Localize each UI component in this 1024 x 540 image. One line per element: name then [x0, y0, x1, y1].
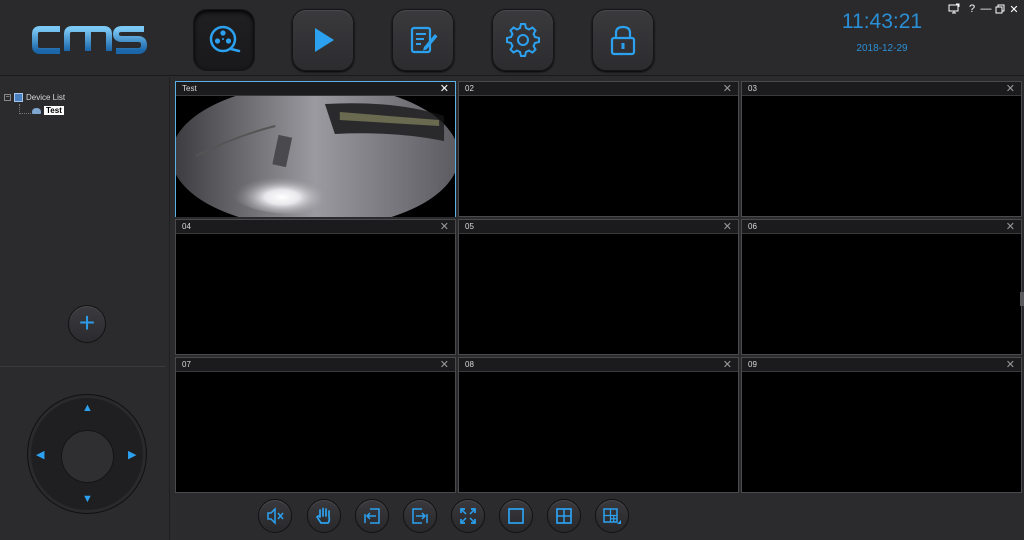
- help-button[interactable]: ?: [966, 3, 978, 15]
- tree-collapse-toggle[interactable]: −: [4, 94, 11, 101]
- gear-icon: [506, 23, 540, 57]
- channel-header: 08 ✕: [459, 358, 738, 372]
- film-reel-icon: [209, 25, 241, 53]
- fullscreen-icon: [460, 508, 476, 524]
- channel-cell-7[interactable]: 07 ✕: [175, 357, 456, 493]
- device-group-icon: [14, 93, 23, 102]
- camera-icon: [32, 107, 41, 114]
- next-group-button[interactable]: [403, 499, 437, 533]
- ptz-up-arrow-icon[interactable]: ▲: [82, 402, 93, 414]
- close-icon: ✕: [1009, 3, 1019, 16]
- ptz-hand-button[interactable]: [307, 499, 341, 533]
- side-scroll-handle[interactable]: [1020, 292, 1024, 306]
- close-channel-icon[interactable]: ✕: [723, 82, 732, 95]
- current-date: 2018-12-29: [856, 43, 908, 54]
- channel-title: 03: [748, 84, 757, 93]
- channel-cell-5[interactable]: 05 ✕: [458, 219, 739, 355]
- edit-document-icon: [410, 26, 438, 54]
- channel-cell-8[interactable]: 08 ✕: [458, 357, 739, 493]
- device-item-test[interactable]: Test: [32, 106, 64, 115]
- channel-title: 04: [182, 222, 191, 231]
- quad-layout-icon: [556, 508, 572, 524]
- current-time: 11:43:21: [841, 10, 923, 33]
- live-video-feed: [176, 96, 455, 217]
- restore-button[interactable]: [994, 3, 1006, 15]
- ptz-right-arrow-icon[interactable]: ▶: [128, 448, 136, 461]
- channel-cell-6[interactable]: 06 ✕: [741, 219, 1022, 355]
- channel-cell-3[interactable]: 03 ✕: [741, 81, 1022, 217]
- minimize-button[interactable]: —: [980, 3, 992, 15]
- minimize-icon: —: [980, 3, 992, 15]
- help-icon: ?: [968, 3, 976, 15]
- bottom-toolbar: [174, 495, 1024, 540]
- add-device-button[interactable]: +: [68, 305, 106, 343]
- channel-header: 05 ✕: [459, 220, 738, 234]
- channel-title: 07: [182, 360, 191, 369]
- single-layout-button[interactable]: [499, 499, 533, 533]
- nav-settings-button[interactable]: [492, 9, 554, 71]
- nav-live-view-button[interactable]: [193, 9, 255, 71]
- hand-icon: [316, 507, 331, 524]
- multi-layout-icon: [603, 508, 621, 524]
- channel-header: 04 ✕: [176, 220, 455, 234]
- channel-cell-1[interactable]: Test ✕: [175, 81, 456, 217]
- cms-logo: [32, 26, 147, 54]
- lock-icon: [610, 25, 636, 56]
- channel-header: 03 ✕: [742, 82, 1021, 96]
- close-channel-icon[interactable]: ✕: [440, 220, 449, 233]
- previous-group-icon: [364, 508, 380, 524]
- channel-cell-2[interactable]: 02 ✕: [458, 81, 739, 217]
- channel-title: 05: [465, 222, 474, 231]
- close-channel-icon[interactable]: ✕: [1006, 82, 1015, 95]
- nav-log-button[interactable]: [392, 9, 454, 71]
- channel-header: 02 ✕: [459, 82, 738, 96]
- device-list-label: Device List: [26, 93, 66, 102]
- close-channel-icon[interactable]: ✕: [723, 358, 732, 371]
- single-layout-icon: [508, 508, 524, 524]
- channel-title: Test: [182, 84, 197, 93]
- left-panel: − Device List Test + ▲ ▼ ◀ ▶: [0, 77, 170, 540]
- cms-app-window: 11:43:21 2018-12-29 ? — ✕ − Device List: [0, 0, 1024, 540]
- channel-cell-9[interactable]: 09 ✕: [741, 357, 1022, 493]
- channel-title: 08: [465, 360, 474, 369]
- device-item-label: Test: [44, 106, 64, 115]
- restore-icon: [995, 4, 1005, 14]
- mute-icon: [267, 507, 284, 525]
- mute-button[interactable]: [258, 499, 292, 533]
- channel-header: 07 ✕: [176, 358, 455, 372]
- close-channel-icon[interactable]: ✕: [1006, 220, 1015, 233]
- close-channel-icon[interactable]: ✕: [723, 220, 732, 233]
- ptz-center-button[interactable]: [61, 430, 114, 483]
- video-grid: Test ✕ 02 ✕ 03 ✕ 04 ✕ 05 ✕ 06 ✕ 07 ✕ 08 …: [174, 80, 1024, 493]
- channel-cell-4[interactable]: 04 ✕: [175, 219, 456, 355]
- monitor-button[interactable]: [948, 3, 960, 15]
- close-channel-icon[interactable]: ✕: [1006, 358, 1015, 371]
- close-channel-icon[interactable]: ✕: [440, 82, 449, 95]
- ptz-control-pad: ▲ ▼ ◀ ▶: [27, 394, 147, 514]
- channel-header: 09 ✕: [742, 358, 1021, 372]
- quad-layout-button[interactable]: [547, 499, 581, 533]
- channel-header: 06 ✕: [742, 220, 1021, 234]
- channel-title: 02: [465, 84, 474, 93]
- close-window-button[interactable]: ✕: [1008, 3, 1020, 16]
- close-channel-icon[interactable]: ✕: [440, 358, 449, 371]
- ptz-left-arrow-icon[interactable]: ◀: [36, 448, 44, 461]
- fullscreen-button[interactable]: [451, 499, 485, 533]
- nav-playback-button[interactable]: [292, 9, 354, 71]
- next-group-icon: [412, 508, 428, 524]
- nav-lock-button[interactable]: [592, 9, 654, 71]
- panel-divider: [0, 366, 165, 367]
- channel-title: 09: [748, 360, 757, 369]
- ptz-down-arrow-icon[interactable]: ▼: [82, 493, 93, 505]
- channel-header: Test ✕: [176, 82, 455, 96]
- play-icon: [315, 28, 334, 52]
- channel-title: 06: [748, 222, 757, 231]
- tree-connector-line: [19, 104, 31, 114]
- previous-group-button[interactable]: [355, 499, 389, 533]
- multi-layout-button[interactable]: [595, 499, 629, 533]
- device-list-root[interactable]: − Device List: [4, 93, 65, 102]
- monitor-icon: [948, 3, 960, 14]
- top-bar: 11:43:21 2018-12-29 ? — ✕: [0, 0, 1024, 76]
